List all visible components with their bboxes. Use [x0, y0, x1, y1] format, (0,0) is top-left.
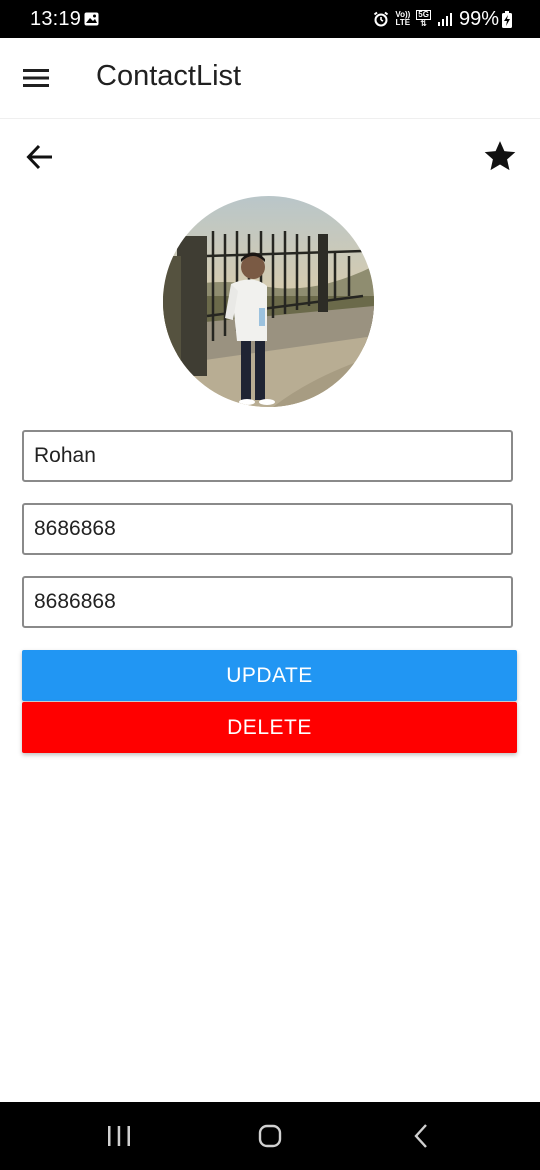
data-arrows-icon: ⇅	[420, 19, 427, 28]
delete-button[interactable]: DELETE	[22, 702, 517, 753]
second-phone-field-box	[22, 576, 513, 628]
home-icon[interactable]	[257, 1123, 283, 1149]
name-input[interactable]	[24, 432, 511, 480]
alarm-icon	[374, 11, 389, 27]
phone-input[interactable]	[24, 505, 511, 553]
battery-percent: 99%	[458, 7, 499, 30]
star-icon[interactable]	[483, 139, 517, 173]
recent-apps-icon[interactable]	[106, 1124, 132, 1148]
system-nav-bar	[0, 1102, 540, 1170]
app-title: ContactList	[96, 60, 242, 92]
back-arrow-icon[interactable]	[26, 143, 54, 171]
gallery-icon	[84, 12, 99, 26]
contact-photo	[163, 196, 374, 407]
volte-bottom-label: LTE	[395, 18, 411, 27]
phone-field-box	[22, 503, 513, 555]
menu-icon[interactable]	[23, 68, 49, 88]
status-time: 13:19	[30, 8, 82, 30]
battery-charging-icon	[502, 10, 512, 28]
signal-icon	[437, 13, 452, 26]
system-back-icon[interactable]	[412, 1122, 432, 1150]
second-phone-input[interactable]	[24, 578, 511, 626]
status-icons: Vo)) LTE 5G ⇅ 99%	[367, 8, 512, 30]
app-bar: ContactList	[0, 38, 540, 119]
name-field-box	[22, 430, 513, 482]
update-button[interactable]: UPDATE	[22, 650, 517, 701]
contact-avatar[interactable]	[163, 196, 374, 407]
network-5g-icon: 5G ⇅	[416, 10, 431, 28]
volte-icon: Vo)) LTE	[395, 11, 410, 27]
status-bar: 13:19 Vo)) LTE 5G ⇅ 99%	[0, 0, 540, 38]
